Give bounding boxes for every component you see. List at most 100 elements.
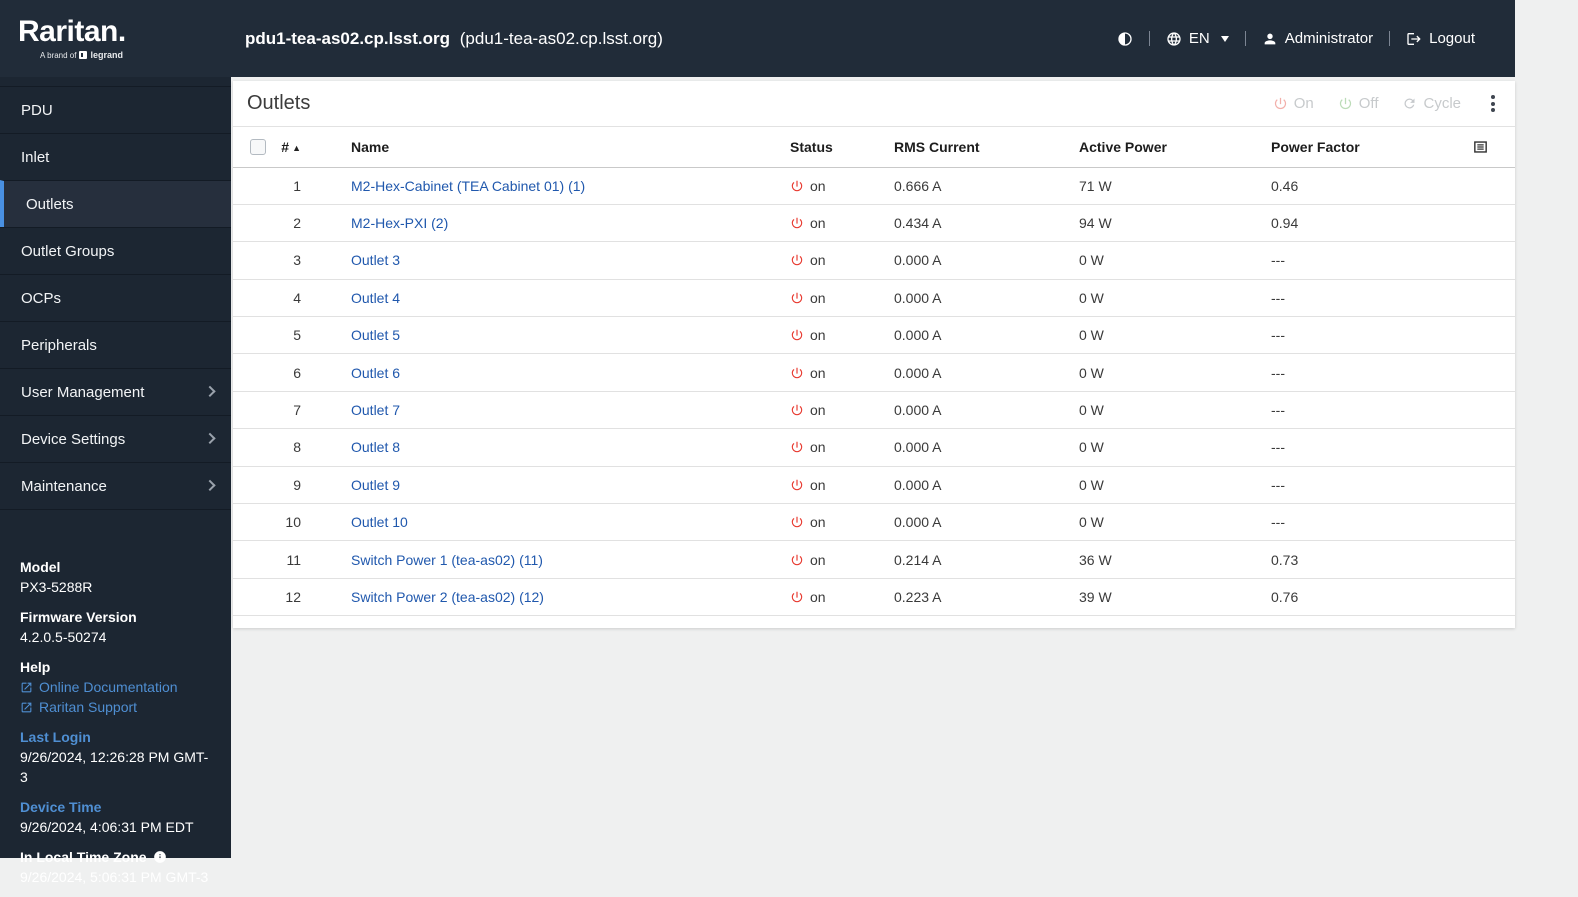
power-off-button[interactable]: Off	[1338, 95, 1378, 112]
info-link-online-documentation[interactable]: Online Documentation	[20, 677, 211, 697]
outlet-rms-current: 0.000 A	[894, 353, 1079, 392]
info-value-text: 9/26/2024, 5:06:31 PM GMT-3	[20, 869, 209, 885]
outlet-power-factor: ---	[1271, 466, 1515, 505]
sidebar-item-peripherals[interactable]: Peripherals	[0, 321, 231, 368]
sidebar-item-pdu[interactable]: PDU	[0, 86, 231, 133]
outlet-row-4: 4 Outlet 4 on 0.000 A0 W ---	[233, 279, 1515, 318]
cycle-icon	[1402, 96, 1417, 111]
column-header-checkbox	[233, 127, 279, 168]
outlet-rms-current: 0.000 A	[894, 428, 1079, 467]
outlet-power-factor: ---	[1271, 241, 1515, 280]
info-label-last-login[interactable]: Last Login	[20, 727, 211, 747]
outlet-rms-current: 0.434 A	[894, 204, 1079, 243]
outlet-status-text: on	[810, 289, 826, 306]
header-divider	[1244, 31, 1246, 46]
info-label-device-time[interactable]: Device Time	[20, 797, 211, 817]
power-status-icon	[790, 253, 804, 267]
outlet-status: on	[790, 428, 894, 467]
column-header-active-power[interactable]: Active Power	[1079, 127, 1271, 168]
outlet-name-cell: Outlet 5	[351, 316, 790, 355]
kebab-dot	[1491, 101, 1495, 106]
brand-tagline: A brand of legrand	[40, 50, 123, 60]
info-value-text: Raritan Support	[39, 699, 138, 715]
info-value: 9/26/2024, 5:06:31 PM GMT-3	[20, 867, 211, 887]
sidebar-info: Model PX3-5288R Firmware Version 4.2.0.5-50…	[0, 557, 231, 897]
outlet-name-link[interactable]: Outlet 8	[351, 439, 400, 455]
kebab-menu-button[interactable]	[1485, 91, 1501, 116]
outlet-active-power: 0 W	[1079, 279, 1271, 318]
contrast-toggle-icon[interactable]	[1117, 31, 1133, 47]
outlets-panel: Outlets On Off Cycle # ▲ Name Status RMS…	[233, 81, 1515, 628]
sidebar-item-device-settings[interactable]: Device Settings	[0, 415, 231, 462]
outlet-name-link[interactable]: Outlet 4	[351, 290, 400, 306]
outlet-number: 2	[279, 204, 351, 243]
outlet-active-power: 0 W	[1079, 241, 1271, 280]
sidebar-item-ocps[interactable]: OCPs	[0, 274, 231, 321]
select-all-checkbox[interactable]	[250, 139, 266, 156]
sidebar-item-maintenance[interactable]: Maintenance	[0, 462, 231, 509]
outlet-name-link[interactable]: Outlet 9	[351, 477, 400, 493]
brand-wordmark: Raritan.	[18, 15, 126, 48]
outlet-power-factor: ---	[1271, 391, 1515, 430]
outlet-name-link[interactable]: Outlet 5	[351, 327, 400, 343]
column-settings-icon[interactable]	[1472, 138, 1489, 155]
outlet-status-text: on	[810, 514, 826, 531]
page-device-title: pdu1-tea-as02.cp.lsst.org (pdu1-tea-as02…	[245, 29, 663, 49]
outlet-name-link[interactable]: Outlet 6	[351, 365, 400, 381]
power-on-button[interactable]: On	[1273, 95, 1314, 112]
outlet-name-cell: Switch Power 1 (tea-as02) (11)	[351, 540, 790, 579]
outlet-name-link[interactable]: Outlet 3	[351, 252, 400, 268]
info-label-firmware-version: Firmware Version	[20, 609, 137, 625]
outlet-active-power: 0 W	[1079, 428, 1271, 467]
row-checkbox-cell	[233, 578, 279, 617]
outlet-name-cell: Switch Power 2 (tea-as02) (12)	[351, 578, 790, 617]
column-header-rms-current[interactable]: RMS Current	[894, 127, 1079, 168]
outlet-number: 9	[279, 466, 351, 505]
legrand-name: legrand	[90, 50, 123, 60]
power-status-icon	[790, 440, 804, 454]
outlet-name-link[interactable]: Switch Power 1 (tea-as02) (11)	[351, 552, 543, 568]
outlet-active-power: 71 W	[1079, 167, 1271, 205]
outlet-status-text: on	[810, 588, 826, 605]
column-header-status[interactable]: Status	[790, 127, 894, 168]
outlet-name-link[interactable]: M2-Hex-Cabinet (TEA Cabinet 01) (1)	[351, 178, 585, 194]
outlet-active-power: 0 W	[1079, 391, 1271, 430]
user-menu[interactable]: Administrator	[1262, 30, 1373, 47]
outlet-name-link[interactable]: Switch Power 2 (tea-as02) (12)	[351, 589, 544, 605]
language-selector[interactable]: EN	[1166, 30, 1229, 47]
sidebar-item-label: OCPs	[21, 289, 62, 307]
sidebar-item-outlets[interactable]: Outlets	[0, 180, 231, 227]
sidebar-item-label: Outlet Groups	[21, 242, 115, 260]
outlet-number: 12	[279, 578, 351, 617]
logout-button[interactable]: Logout	[1406, 30, 1475, 47]
info-value-text: 4.2.0.5-50274	[20, 629, 107, 645]
outlet-row-8: 8 Outlet 8 on 0.000 A0 W ---	[233, 428, 1515, 467]
info-group-help: Help Online Documentation Raritan Support	[20, 657, 211, 717]
outlet-name-link[interactable]: Outlet 10	[351, 514, 408, 530]
info-group-device-time: Device Time 9/26/2024, 4:06:31 PM EDT	[20, 797, 211, 837]
raritan-logo: Raritan. A brand of legrand	[0, 15, 231, 61]
outlet-status: on	[790, 540, 894, 579]
globe-icon	[1166, 31, 1182, 47]
outlet-row-3: 3 Outlet 3 on 0.000 A0 W ---	[233, 241, 1515, 280]
sidebar-item-inlet[interactable]: Inlet	[0, 133, 231, 180]
outlet-power-factor: 0.94	[1271, 204, 1515, 243]
kebab-dot	[1491, 95, 1495, 99]
outlet-rms-current: 0.223 A	[894, 578, 1079, 617]
outlet-status: on	[790, 241, 894, 280]
info-link-raritan-support[interactable]: Raritan Support	[20, 697, 211, 717]
sidebar-item-user-management[interactable]: User Management	[0, 368, 231, 415]
column-header-number[interactable]: # ▲	[279, 127, 351, 168]
column-header-name[interactable]: Name	[351, 127, 790, 168]
tagline-text: A brand of	[40, 50, 77, 60]
power-off-icon	[1338, 96, 1353, 111]
column-header-power-factor[interactable]: Power Factor	[1271, 127, 1515, 168]
power-cycle-button[interactable]: Cycle	[1402, 95, 1461, 112]
outlet-name-link[interactable]: M2-Hex-PXI (2)	[351, 215, 448, 231]
outlet-name-link[interactable]: Outlet 7	[351, 402, 400, 418]
outlet-power-factor: 0.76	[1271, 578, 1515, 617]
outlet-name-cell: Outlet 10	[351, 503, 790, 542]
sidebar-item-outlet-groups[interactable]: Outlet Groups	[0, 227, 231, 274]
outlet-status: on	[790, 578, 894, 617]
info-label-help: Help	[20, 659, 51, 675]
